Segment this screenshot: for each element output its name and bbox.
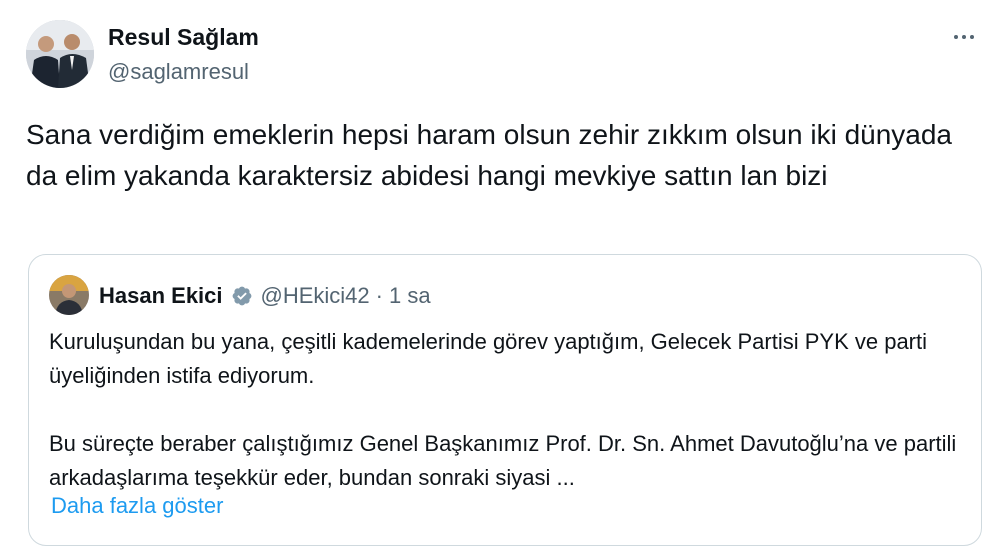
verified-badge-icon xyxy=(231,285,253,307)
show-more-link[interactable]: Daha fazla göster xyxy=(51,493,223,519)
more-options-button[interactable] xyxy=(944,22,984,52)
quoted-tweet-text: Kuruluşundan bu yana, çeşitli kademeleri… xyxy=(49,325,969,495)
tweet-text: Sana verdiğim emeklerin hepsi haram olsu… xyxy=(26,119,952,191)
quoted-author-handle[interactable]: @HEkici42 xyxy=(261,283,370,309)
avatar-photo-icon xyxy=(49,275,89,315)
author-name[interactable]: Resul Sağlam xyxy=(108,24,259,51)
quoted-paragraph: Bu süreçte beraber çalıştığımız Genel Ba… xyxy=(49,431,957,490)
quoted-tweet-header: Hasan Ekici @HEkici42 · 1 sa xyxy=(99,281,431,311)
separator-dot: · xyxy=(375,283,383,308)
quoted-tweet[interactable]: Hasan Ekici @HEkici42 · 1 sa Kuruluşunda… xyxy=(28,254,982,546)
author-handle[interactable]: @saglamresul xyxy=(108,59,249,85)
more-horizontal-icon xyxy=(952,35,976,39)
quoted-author-name[interactable]: Hasan Ekici xyxy=(99,283,223,309)
author-avatar[interactable] xyxy=(26,20,94,88)
quoted-tweet-time[interactable]: 1 sa xyxy=(389,283,431,309)
avatar-photo-icon xyxy=(26,20,94,88)
quoted-paragraph: Kuruluşundan bu yana, çeşitli kademeleri… xyxy=(49,329,928,388)
quoted-author-avatar[interactable] xyxy=(49,275,89,315)
tweet: Resul Sağlam @saglamresul Sana verdiğim … xyxy=(0,0,1000,557)
